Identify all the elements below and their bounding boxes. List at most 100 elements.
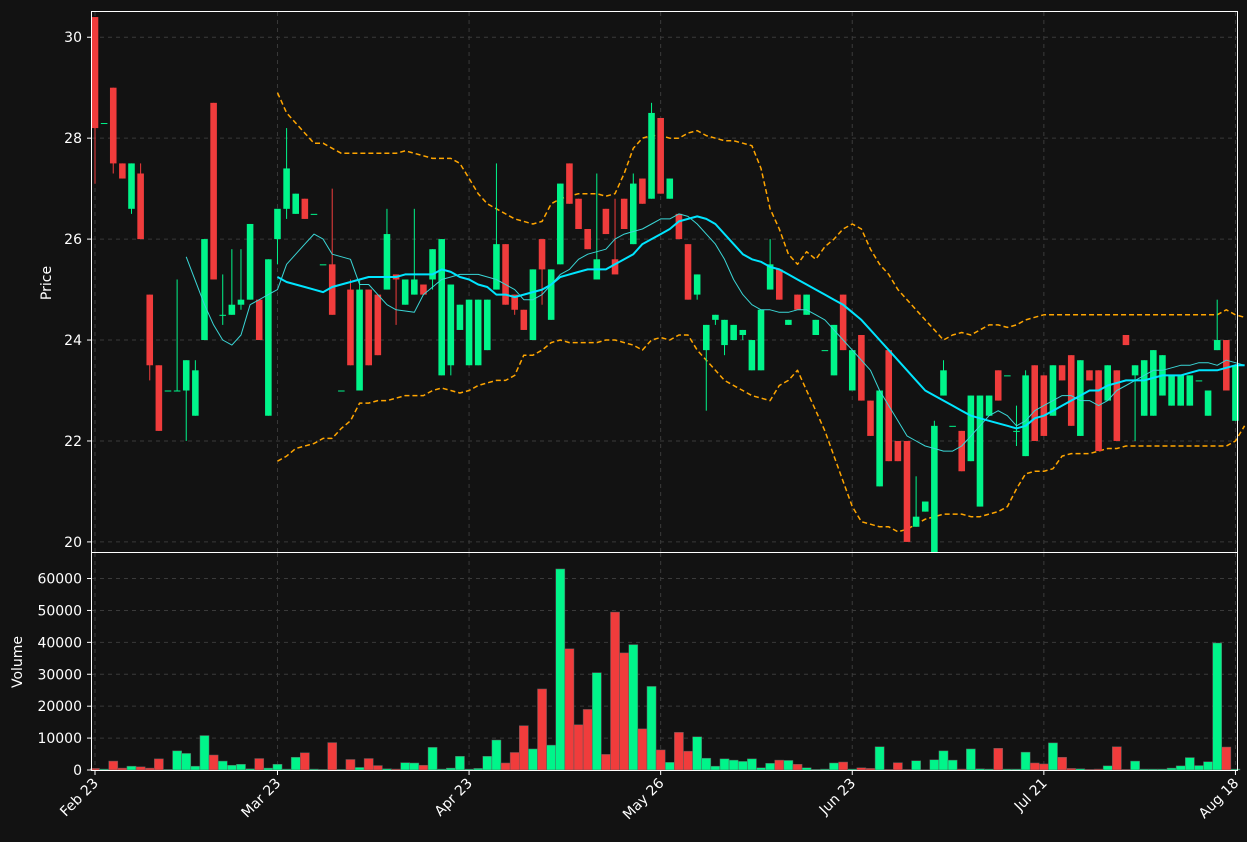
volume-bar [719, 758, 730, 771]
candle-body [794, 294, 801, 310]
candle-body [447, 284, 455, 366]
candle-body [438, 239, 445, 376]
volume-bar [382, 768, 392, 771]
volume-bar [227, 764, 237, 771]
candle-body [1013, 430, 1020, 432]
candle [529, 269, 537, 341]
candle [876, 390, 883, 487]
volume-bar [1185, 757, 1195, 771]
candle-body [1213, 340, 1221, 351]
candle [1122, 334, 1130, 346]
candle [848, 350, 856, 391]
volume-bar [528, 748, 538, 771]
candle [812, 319, 820, 335]
candle-body [602, 208, 610, 235]
volume-bar [975, 768, 985, 771]
candle-body [803, 294, 810, 315]
volume-bar [1203, 761, 1213, 771]
volume-bar [245, 768, 255, 771]
candle-body [347, 289, 354, 366]
volume-bar [126, 765, 137, 771]
candle-body [1077, 360, 1084, 436]
volume-tick-label: 20000 [37, 699, 82, 715]
volume-bar [1194, 765, 1204, 771]
volume-bar [144, 767, 155, 771]
candle-body [1204, 390, 1212, 416]
volume-bar [1230, 768, 1241, 771]
candle [630, 173, 637, 245]
candle-body [109, 87, 117, 164]
candle [1058, 365, 1066, 381]
volume-bar [573, 724, 584, 771]
volume-bar [783, 760, 794, 771]
candle [557, 183, 564, 265]
candle [1113, 370, 1121, 441]
candle-body [666, 178, 674, 199]
volume-bar [847, 768, 858, 771]
volume-bar [336, 769, 347, 771]
volume-bar [427, 747, 438, 771]
candle-body [712, 314, 719, 320]
candle-body [1186, 375, 1194, 406]
volume-axis-title: Volume [10, 636, 26, 688]
volume-bar [911, 760, 921, 771]
candle [1150, 350, 1157, 416]
candle-body [484, 299, 491, 351]
candle-body [356, 289, 363, 391]
volume-bar [1093, 768, 1104, 771]
volume-bar [1020, 751, 1031, 771]
candle [1095, 370, 1102, 452]
volume-bar [993, 748, 1004, 771]
candle [1177, 375, 1184, 406]
candle-body [876, 390, 883, 487]
volume-bar [582, 709, 593, 771]
candle-body [940, 370, 947, 396]
candle-body [529, 269, 537, 341]
candle [730, 324, 737, 341]
candle [794, 294, 801, 310]
candle [1204, 390, 1212, 416]
candle [675, 213, 683, 240]
candle-body [903, 440, 911, 542]
volume-bar [1075, 768, 1086, 771]
volume-tick-label: 40000 [37, 635, 82, 651]
candle-body [301, 198, 309, 219]
candle-body [1150, 350, 1157, 416]
volume-bar [747, 758, 757, 771]
candle [575, 198, 582, 230]
candle [757, 309, 765, 371]
volume-bar [446, 767, 456, 771]
volume-bar [701, 757, 712, 771]
candle [602, 208, 610, 235]
candle [301, 198, 309, 219]
candle-body [931, 425, 938, 552]
candle-body [684, 244, 692, 300]
candle-body [547, 269, 555, 320]
candle-body [411, 279, 418, 295]
volume-bar [537, 688, 547, 771]
candle [374, 294, 382, 356]
candle [155, 365, 163, 431]
volume-bar [281, 768, 292, 771]
volume-bar [856, 767, 867, 771]
candle [1049, 365, 1057, 416]
candle-body [401, 279, 409, 305]
candle [903, 440, 911, 542]
candle-body [584, 229, 591, 250]
volume-bar [290, 756, 301, 771]
candle-body [1049, 365, 1057, 416]
candle-body [648, 112, 655, 199]
candle-body [237, 299, 245, 305]
candle-body [557, 183, 564, 265]
candle [858, 334, 865, 401]
volume-bar [1039, 763, 1049, 771]
candle-body [848, 350, 856, 391]
candle-body [1086, 370, 1093, 381]
candle-body [1223, 340, 1230, 391]
candle-body [100, 123, 108, 125]
candle [128, 163, 135, 214]
price-axis-title: Price [39, 266, 55, 300]
volume-bar [810, 769, 821, 771]
volume-bar [774, 759, 785, 771]
candle-body [493, 244, 500, 290]
